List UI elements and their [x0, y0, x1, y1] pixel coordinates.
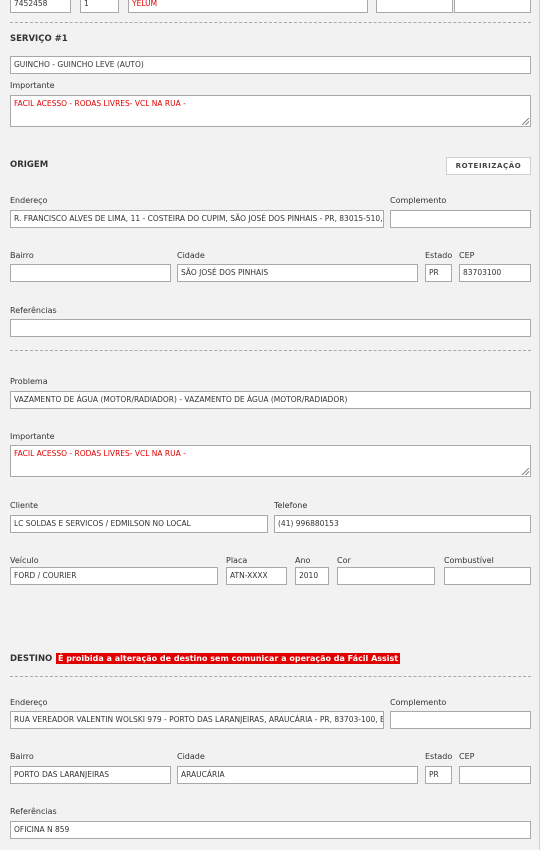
origem-cep-field[interactable]: 83703100	[459, 264, 531, 282]
destino-estado-label: Estado	[425, 752, 453, 761]
top-field-2[interactable]: 1	[80, 0, 119, 13]
cliente-field[interactable]: LC SOLDAS E SERVICOS / EDMILSON NO LOCAL	[10, 515, 268, 533]
problema-field[interactable]: VAZAMENTO DE ÁGUA (MOTOR/RADIADOR) - VAZ…	[10, 391, 531, 409]
servico-importante-label: Importante	[10, 81, 55, 90]
origem-cep-label: CEP	[459, 251, 475, 260]
section-divider	[10, 676, 531, 677]
placa-field[interactable]: ATN-XXXX	[226, 567, 287, 585]
origem-referencias-label: Referências	[10, 306, 57, 315]
destino-heading: DESTINO	[10, 654, 53, 664]
servico-heading: SERVIÇO #1	[10, 34, 68, 44]
destino-referencias-field[interactable]: OFICINA N 859	[10, 821, 531, 839]
destino-cep-field[interactable]	[459, 766, 531, 784]
destino-cep-label: CEP	[459, 752, 475, 761]
origem-endereco-field[interactable]: R. FRANCISCO ALVES DE LIMA, 11 - COSTEIR…	[10, 210, 384, 228]
origem-referencias-field[interactable]	[10, 319, 531, 337]
top-field-3[interactable]: YELUM	[128, 0, 368, 13]
roteirizacao-button[interactable]: ROTEIRIZAÇÃO	[446, 157, 531, 175]
cor-field[interactable]	[337, 567, 435, 585]
destino-warning-badge: É proibida a alteração de destino sem co…	[56, 653, 401, 664]
top-field-1[interactable]: 7452458	[10, 0, 71, 13]
resize-grip-icon[interactable]	[522, 118, 529, 125]
combustivel-label: Combustível	[444, 556, 494, 565]
combustivel-field[interactable]	[444, 567, 531, 585]
origem-complemento-label: Complemento	[390, 196, 447, 205]
origem-heading: ORIGEM	[10, 160, 49, 170]
placa-label: Placa	[226, 556, 248, 565]
telefone-label: Telefone	[274, 501, 308, 510]
servico-importante-textarea[interactable]: FACIL ACESSO - RODAS LIVRES- VCL NA RUA …	[10, 95, 531, 127]
cliente-label: Cliente	[10, 501, 39, 510]
problema-importante-textarea[interactable]: FACIL ACESSO - RODAS LIVRES- VCL NA RUA …	[10, 445, 531, 477]
ano-label: Ano	[295, 556, 311, 565]
destino-complemento-label: Complemento	[390, 698, 447, 707]
top-field-4[interactable]	[376, 0, 453, 13]
problema-importante-label: Importante	[10, 432, 55, 441]
telefone-field[interactable]: (41) 996880153	[274, 515, 531, 533]
origem-endereco-label: Endereço	[10, 196, 48, 205]
servico-field[interactable]: GUINCHO - GUINCHO LEVE (AUTO)	[10, 56, 531, 74]
problema-label: Problema	[10, 377, 48, 386]
destino-bairro-field[interactable]: PORTO DAS LARANJEIRAS	[10, 766, 171, 784]
destino-endereco-field[interactable]: RUA VEREADOR VALENTIN WOLSKI 979 - PORTO…	[10, 711, 384, 729]
servico-importante-text: FACIL ACESSO - RODAS LIVRES- VCL NA RUA …	[14, 99, 186, 108]
origem-bairro-label: Bairro	[10, 251, 34, 260]
origem-estado-label: Estado	[425, 251, 453, 260]
destino-referencias-label: Referências	[10, 807, 57, 816]
destino-cidade-label: Cidade	[177, 752, 205, 761]
origem-bairro-field[interactable]	[10, 264, 171, 282]
cor-label: Cor	[337, 556, 351, 565]
destino-endereco-label: Endereço	[10, 698, 48, 707]
section-divider	[10, 350, 531, 351]
problema-importante-text: FACIL ACESSO - RODAS LIVRES- VCL NA RUA …	[14, 449, 186, 458]
origem-cidade-field[interactable]: SÃO JOSÉ DOS PINHAIS	[177, 264, 418, 282]
service-form-panel: 7452458 1 YELUM SERVIÇO #1 GUINCHO - GUI…	[0, 0, 540, 850]
veiculo-field[interactable]: FORD / COURIER	[10, 567, 218, 585]
destino-complemento-field[interactable]	[390, 711, 531, 729]
veiculo-label: Veículo	[10, 556, 39, 565]
origem-cidade-label: Cidade	[177, 251, 205, 260]
destino-cidade-field[interactable]: ARAUCÁRIA	[177, 766, 418, 784]
origem-complemento-field[interactable]	[390, 210, 531, 228]
ano-field[interactable]: 2010	[295, 567, 329, 585]
resize-grip-icon[interactable]	[522, 468, 529, 475]
top-field-5[interactable]	[454, 0, 531, 13]
section-divider	[10, 22, 531, 23]
origem-estado-field[interactable]: PR	[425, 264, 452, 282]
destino-bairro-label: Bairro	[10, 752, 34, 761]
destino-estado-field[interactable]: PR	[425, 766, 452, 784]
